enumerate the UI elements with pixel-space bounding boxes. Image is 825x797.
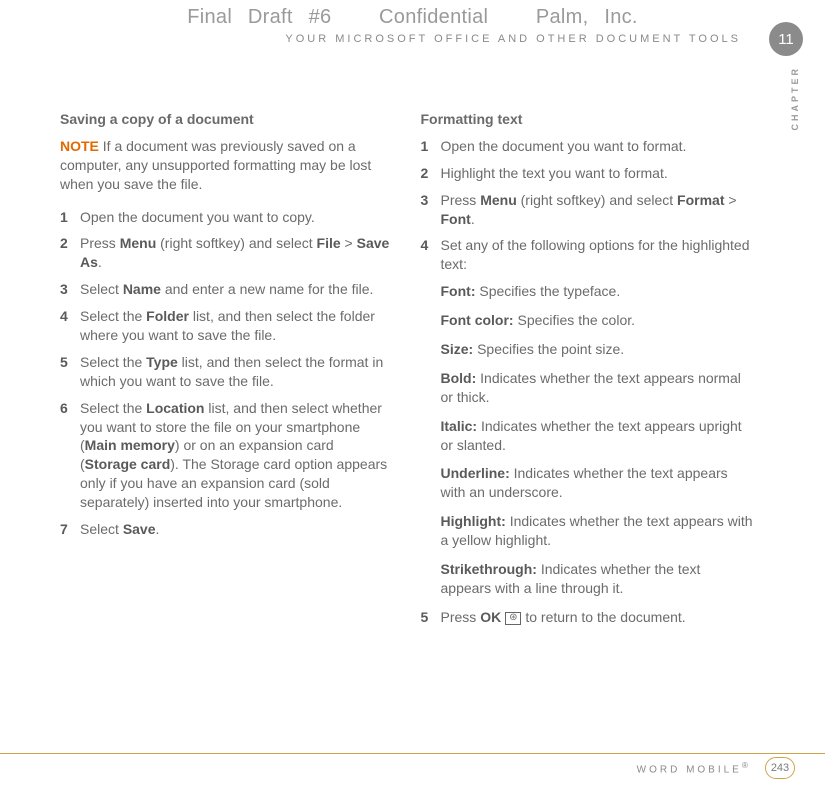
ok-button-icon: ⊛ <box>505 612 521 625</box>
step-2: 2 Press Menu (right softkey) and select … <box>60 234 393 272</box>
footer-section: WORD MOBILE® <box>637 760 751 775</box>
note-paragraph: NOTE If a document was previously saved … <box>60 137 393 194</box>
section-title-saving: Saving a copy of a document <box>60 110 393 129</box>
draft-header: Final Draft #6 Confidential Palm, Inc. <box>0 6 825 29</box>
rstep-3: 3 Press Menu (right softkey) and select … <box>421 191 754 229</box>
opt-strikethrough: Strikethrough: Indicates whether the tex… <box>441 560 754 598</box>
side-chapter-label: CHAPTER <box>790 66 800 131</box>
left-column: Saving a copy of a document NOTE If a do… <box>60 110 393 635</box>
opt-font: Font: Specifies the typeface. <box>441 282 754 301</box>
step-3: 3 Select Name and enter a new name for t… <box>60 280 393 299</box>
running-head: YOUR MICROSOFT OFFICE AND OTHER DOCUMENT… <box>0 33 825 45</box>
right-column: Formatting text 1 Open the document you … <box>421 110 754 635</box>
chapter-number-badge: 11 <box>769 22 803 56</box>
step-7: 7 Select Save. <box>60 520 393 539</box>
opt-italic: Italic: Indicates whether the text appea… <box>441 417 754 455</box>
rstep-4: 4 Set any of the following options for t… <box>421 236 754 274</box>
opt-underline: Underline: Indicates whether the text ap… <box>441 464 754 502</box>
rstep-1: 1 Open the document you want to format. <box>421 137 754 156</box>
page-number-badge: 243 <box>765 757 795 779</box>
rstep-2: 2 Highlight the text you want to format. <box>421 164 754 183</box>
step-5: 5 Select the Type list, and then select … <box>60 353 393 391</box>
step-1: 1 Open the document you want to copy. <box>60 208 393 227</box>
opt-font-color: Font color: Specifies the color. <box>441 311 754 330</box>
note-label: NOTE <box>60 138 99 154</box>
opt-bold: Bold: Indicates whether the text appears… <box>441 369 754 407</box>
footer-rule <box>0 753 825 754</box>
step-6: 6 Select the Location list, and then sel… <box>60 399 393 512</box>
step-4: 4 Select the Folder list, and then selec… <box>60 307 393 345</box>
section-title-formatting: Formatting text <box>421 110 754 129</box>
footer: WORD MOBILE® 243 <box>637 757 795 779</box>
opt-size: Size: Specifies the point size. <box>441 340 754 359</box>
opt-highlight: Highlight: Indicates whether the text ap… <box>441 512 754 550</box>
rstep-5: 5 Press OK ⊛ to return to the document. <box>421 608 754 627</box>
